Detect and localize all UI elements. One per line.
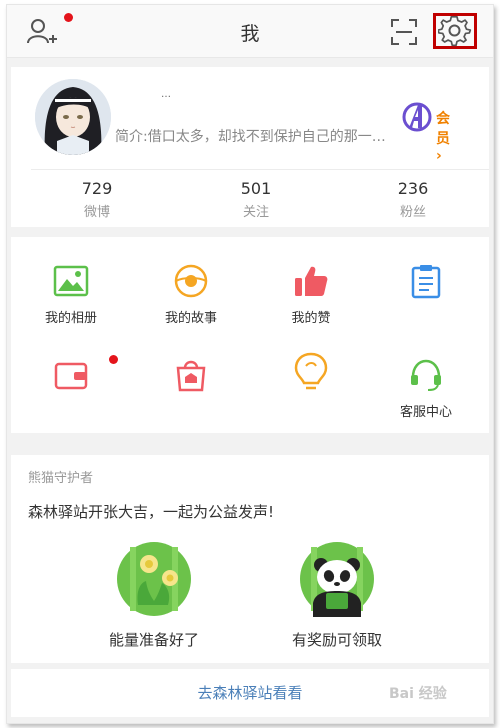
grid-item-story[interactable]: 我的故事 (131, 263, 251, 326)
notification-dot (109, 355, 118, 364)
divider (31, 169, 489, 170)
vip-badge[interactable]: 会员 › (401, 101, 450, 164)
panda-guardian-card: 熊猫守护者 森林驿站开张大吉，一起为公益发声! 能量准备好了 有奖励可领取 (11, 455, 489, 663)
grid-item-likes[interactable]: 我的赞 (251, 263, 371, 326)
section-title: 熊猫守护者 (28, 471, 94, 486)
top-bar: 我 (7, 5, 493, 58)
stat-label: 关注 (242, 205, 269, 220)
reward-item[interactable]: 有奖励可领取 (257, 541, 417, 650)
scan-icon[interactable] (387, 15, 421, 49)
stat-label: 微博 (83, 205, 110, 220)
clipboard-icon (366, 263, 486, 299)
avengers-logo-icon (401, 102, 433, 137)
grid-item-service[interactable]: 客服中心 (366, 357, 486, 420)
energy-item[interactable]: 能量准备好了 (74, 541, 234, 650)
stat-label: 粉丝 (399, 205, 426, 220)
profile-card[interactable]: … 简介:借口太多，却找不到保护自己的那一… 会员 › 729 微博 501 关… (11, 67, 489, 227)
reward-label: 有奖励可领取 (291, 631, 382, 649)
shopping-bag-icon (131, 357, 251, 393)
headset-icon (366, 357, 486, 393)
grid-item-label: 我的赞 (291, 311, 331, 326)
gear-icon[interactable] (437, 15, 472, 49)
watermark: Bai 经验 (389, 686, 447, 702)
stat-followers[interactable]: 236 粉丝 (353, 179, 473, 220)
stat-value: 501 (240, 179, 272, 198)
avatar[interactable] (35, 79, 111, 155)
thumbs-up-icon (251, 263, 371, 299)
username: … (161, 89, 171, 100)
grid-item-label: 我的故事 (164, 311, 217, 326)
bio-text: 简介:借口太多，却找不到保护自己的那一… (115, 129, 386, 145)
story-icon (131, 263, 251, 299)
grid-item-label: 我的相册 (44, 311, 97, 326)
stat-value: 236 (397, 179, 429, 198)
grid-item-shop[interactable] (131, 357, 251, 401)
grid-item-clipboard[interactable] (366, 263, 486, 307)
stat-weibo[interactable]: 729 微博 (37, 179, 157, 220)
grid-item-idea[interactable] (251, 351, 371, 401)
energy-label: 能量准备好了 (108, 631, 199, 649)
feature-grid: 我的相册 我的故事 我的赞 客服中心 (11, 237, 489, 433)
grid-item-label: 客服中心 (399, 405, 452, 420)
stat-value: 729 (81, 179, 113, 198)
grid-item-album[interactable]: 我的相册 (11, 263, 131, 326)
slogan-text: 森林驿站开张大吉，一起为公益发声! (28, 503, 275, 521)
stat-following[interactable]: 501 关注 (196, 179, 316, 220)
energy-flower-icon (116, 542, 192, 621)
panda-reward-icon (299, 542, 375, 621)
app-frame: 我 … 简介:借口太多，却找不到保护自己的那一… 会员 › 729 微博 501… (6, 4, 494, 724)
vip-label: 会员 › (436, 111, 450, 164)
lightbulb-icon (251, 351, 371, 393)
photo-album-icon (11, 263, 131, 299)
